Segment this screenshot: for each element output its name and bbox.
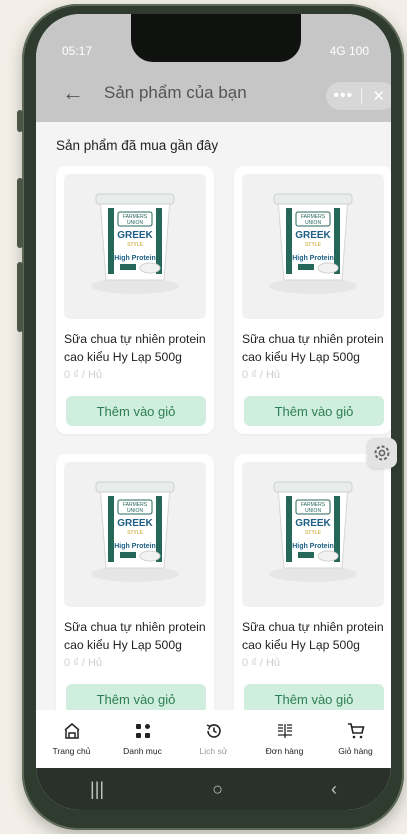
svg-text:GREEK: GREEK [117,230,153,241]
product-image[interactable]: FARMERS UNION GREEK STYLE High Protein [242,174,384,319]
product-price: 0 ₫ / Hủ [64,369,103,381]
tab-label: Đơn hàng [265,746,304,756]
section-title: Sản phẩm đã mua gần đây [56,138,219,153]
cart-icon [347,723,365,739]
back-chevron-icon[interactable]: ‹ [331,779,337,800]
product-price: 0 ₫ / Hủ [242,657,281,669]
product-grid: FARMERS UNION GREEK STYLE High Protein S… [56,166,391,722]
tab-cart[interactable]: Giỏ hàng [320,710,391,768]
product-card[interactable]: FARMERS UNION GREEK STYLE High Protein S… [234,454,391,722]
home-store-icon [64,723,79,739]
product-name[interactable]: Sữa chua tự nhiên protein cao kiểu Hy Lạ… [64,618,214,654]
main-content: Sản phẩm đã mua gần đây FARMERS UNION GR… [36,122,391,722]
more-dots-icon[interactable]: ••• [326,87,361,105]
product-price: 0 ₫ / Hủ [242,369,281,381]
svg-text:UNION: UNION [305,220,322,226]
svg-text:GREEK: GREEK [117,518,153,529]
tab-home[interactable]: Trang chủ [36,710,107,768]
svg-text:STYLE: STYLE [305,530,322,536]
side-button [17,262,23,332]
add-to-cart-button[interactable]: Thêm vào giỏ [244,396,384,426]
product-price: 0 ₫ / Hủ [64,657,103,669]
svg-text:High Protein: High Protein [292,543,334,550]
svg-text:STYLE: STYLE [127,530,144,536]
mini-app-capsule: ••• ✕ [326,82,391,110]
settings-gear-icon[interactable] [367,438,397,468]
svg-text:STYLE: STYLE [127,242,144,248]
phone-screen: 05:17 4G 100 ← Sản phẩm của bạn ••• ✕ Sả… [36,14,391,810]
product-image[interactable]: FARMERS UNION GREEK STYLE High Protein [64,174,206,319]
tab-history[interactable]: Lịch sử [178,710,249,768]
svg-text:High Protein: High Protein [114,543,156,550]
close-icon[interactable]: ✕ [362,87,392,105]
tab-categories[interactable]: Danh mục [107,710,178,768]
svg-text:UNION: UNION [305,508,322,514]
status-time: 05:17 [62,44,93,58]
tab-label: Danh mục [123,746,162,756]
svg-text:GREEK: GREEK [295,230,331,241]
grid-icon [135,724,150,738]
product-name[interactable]: Sữa chua tự nhiên protein cao kiểu Hy Lạ… [242,330,391,366]
product-card[interactable]: FARMERS UNION GREEK STYLE High Protein S… [56,454,214,722]
svg-text:UNION: UNION [127,508,144,514]
side-button [17,178,23,248]
product-card[interactable]: FARMERS UNION GREEK STYLE High Protein S… [234,166,391,434]
back-arrow-icon[interactable]: ← [62,82,84,104]
camera-notch [131,14,301,62]
status-indicators: 4G 100 [329,44,369,58]
product-image[interactable]: FARMERS UNION GREEK STYLE High Protein [64,462,206,607]
product-image[interactable]: FARMERS UNION GREEK STYLE High Protein [242,462,384,607]
side-button [17,110,23,132]
tab-orders[interactable]: Đơn hàng [249,710,320,768]
bottom-tab-bar: Trang chủ Danh mục Lịch sử Đơn hàng Giỏ … [36,710,391,768]
svg-text:GREEK: GREEK [295,518,331,529]
tab-label: Lịch sử [199,746,228,756]
home-circle-icon[interactable]: ○ [212,779,223,800]
svg-text:High Protein: High Protein [114,255,156,262]
history-icon [206,724,221,738]
recent-apps-icon[interactable]: ||| [90,779,104,800]
app-header: ← Sản phẩm của bạn ••• ✕ [36,62,391,122]
tab-label: Giỏ hàng [338,746,373,756]
svg-text:High Protein: High Protein [292,255,334,262]
system-nav-bar: ||| ○ ‹ [36,768,391,810]
svg-text:UNION: UNION [127,220,144,226]
product-name[interactable]: Sữa chua tự nhiên protein cao kiểu Hy Lạ… [242,618,391,654]
orders-icon [277,724,292,738]
svg-text:STYLE: STYLE [305,242,322,248]
tab-label: Trang chủ [52,746,91,756]
product-card[interactable]: FARMERS UNION GREEK STYLE High Protein S… [56,166,214,434]
add-to-cart-button[interactable]: Thêm vào giỏ [66,396,206,426]
page-title: Sản phẩm của bạn [104,83,247,102]
product-name[interactable]: Sữa chua tự nhiên protein cao kiểu Hy Lạ… [64,330,214,366]
